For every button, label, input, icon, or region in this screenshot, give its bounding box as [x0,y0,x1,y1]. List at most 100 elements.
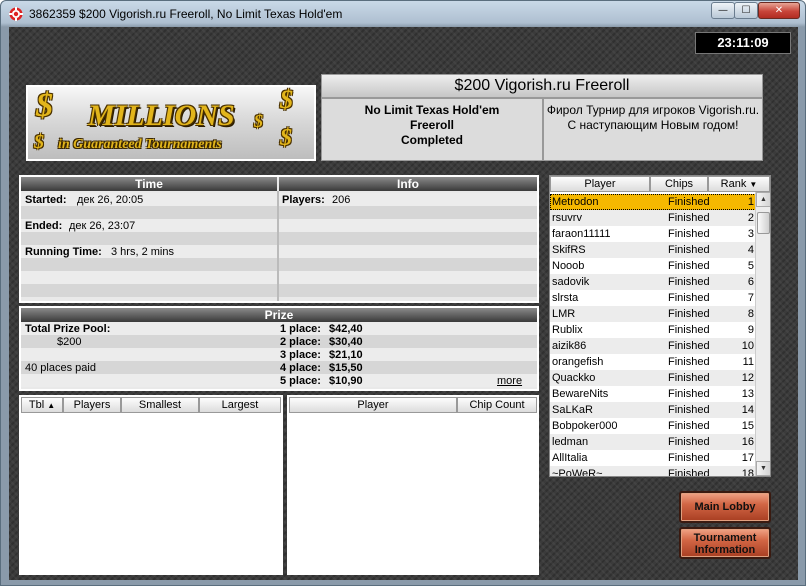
ranking-chips: Finished [668,244,710,256]
ranking-player: faraon11111 [552,228,611,240]
stripe [21,361,537,374]
sort-ascending-icon: ▲ [47,401,56,410]
ranking-row[interactable]: aizik86 Finished 10 [550,338,756,354]
ranking-player: BewareNits [552,388,609,400]
main-lobby-button[interactable]: Main Lobby [679,491,771,523]
ended-label: Ended: [25,220,63,232]
ranking-rank: 8 [747,308,754,320]
window-title: 3862359 $200 Vigorish.ru Freeroll, No Li… [29,7,343,21]
tables-list[interactable]: Tbl ▲ Players Smallest Largest [19,395,283,575]
ended-value: дек 26, 23:07 [69,220,136,232]
players-value: 206 [332,194,351,206]
ranking-chips: Finished [668,228,710,240]
ranking-rank: 11 [742,356,754,368]
ranking-row[interactable]: ~PoWeR~ Finished 18 [550,466,756,477]
column-header-chips[interactable]: Chips [650,176,708,192]
ranking-row[interactable]: AllItalia Finished 17 [550,450,756,466]
close-icon: ✕ [774,5,784,16]
column-header-players[interactable]: Players [63,397,121,413]
ranking-player: SkifRS [552,244,586,256]
ranking-row[interactable]: Quackko Finished 12 [550,370,756,386]
ranking-row[interactable]: faraon11111 Finished 3 [550,226,756,242]
ranking-chips: Finished [668,292,710,304]
scroll-down-icon: ▼ [760,465,767,472]
title-bar[interactable]: 3862359 $200 Vigorish.ru Freeroll, No Li… [1,1,805,27]
prize-place-value: $42,40 [329,323,363,335]
ranking-player: AllItalia [552,452,588,464]
column-header-label: Tbl [28,399,45,411]
ranking-player: Nooob [552,260,585,272]
game-type: No Limit Texas Hold'em [364,103,500,117]
ranking-row[interactable]: Rublix Finished 9 [550,322,756,338]
dollar-sign-icon: $ [36,87,53,124]
total-prize-pool-label: Total Prize Pool: [25,323,111,335]
column-header-label: Rank [720,178,747,190]
ranking-chips: Finished [668,404,710,416]
prize-place-value: $15,50 [329,362,363,374]
column-header-smallest[interactable]: Smallest [121,397,199,413]
ranking-rank: 2 [747,212,754,224]
running-time-label: Running Time: [25,246,102,258]
prize-place-label: 5 place: [280,375,321,387]
scroll-up-button[interactable]: ▲ [756,192,770,207]
rankings-scrollbar[interactable]: ▲ ▼ [755,192,770,476]
ranking-rank: 6 [747,276,754,288]
ranking-chips: Finished [668,356,710,368]
column-header-tbl[interactable]: Tbl ▲ [21,397,63,413]
more-prizes-link[interactable]: more [497,375,522,387]
ranking-player: rsuvrv [552,212,582,224]
dollar-sign-icon: $ [280,125,292,151]
prize-panel: Prize Total Prize Pool: $200 40 places p… [19,306,539,391]
ranking-player: sadovik [552,276,590,288]
ranking-player: ~PoWeR~ [552,468,603,477]
column-header-player[interactable]: Player [550,176,650,192]
minimize-button[interactable]: — [711,2,735,19]
ranking-player: SaLKaR [552,404,593,416]
tournament-information-button[interactable]: Tournament Information [679,527,771,559]
ranking-row[interactable]: orangefish Finished 11 [550,354,756,370]
ranking-row[interactable]: rsuvrv Finished 2 [550,210,756,226]
ranking-row[interactable]: Nooob Finished 5 [550,258,756,274]
scroll-down-button[interactable]: ▼ [756,461,770,476]
ranking-player: LMR [552,308,576,320]
column-header-chip-count[interactable]: Chip Count [457,397,537,413]
millions-banner[interactable]: $ $ $ $ $ MILLIONS in Guaranteed Tournam… [26,85,316,161]
column-header-player[interactable]: Player [289,397,457,413]
ranking-rank: 13 [741,388,754,400]
ranking-chips: Finished [668,260,710,272]
maximize-button[interactable]: ☐ [734,2,758,19]
ranking-row[interactable]: SaLKaR Finished 14 [550,402,756,418]
ranking-row[interactable]: Metrodon Finished 1 [550,194,756,210]
ranking-row[interactable]: slrsta Finished 7 [550,290,756,306]
ranking-row[interactable]: ledman Finished 16 [550,434,756,450]
prize-place-value: $30,40 [329,336,363,348]
running-time-value: 3 hrs, 2 mins [111,246,174,258]
ranking-row[interactable]: SkifRS Finished 4 [550,242,756,258]
ranking-rank: 15 [741,420,754,432]
tournament-status: Completed [400,133,463,147]
ranking-player: ledman [552,436,589,448]
total-prize-pool-value: $200 [57,336,82,348]
ranking-player: Rublix [552,324,583,336]
scroll-thumb[interactable] [757,212,770,234]
stripe [21,271,537,284]
tournament-lobby-window: 3862359 $200 Vigorish.ru Freeroll, No Li… [0,0,806,586]
ranking-row[interactable]: sadovik Finished 6 [550,274,756,290]
tournament-game-info: No Limit Texas Hold'em Freeroll Complete… [321,98,543,161]
banner-tagline: in Guaranteed Tournaments [58,137,222,152]
ranking-row[interactable]: BewareNits Finished 13 [550,386,756,402]
rankings-list[interactable]: Player Chips Rank ▼ Metrodon Finished 1 rsu… [549,175,771,477]
ranking-rank: 14 [741,404,754,416]
column-header-largest[interactable]: Largest [199,397,281,413]
scroll-up-icon: ▲ [760,196,767,203]
close-button[interactable]: ✕ [758,2,800,19]
ranking-rank: 9 [747,324,754,336]
table-players-list[interactable]: Player Chip Count [287,395,539,575]
ranking-rank: 16 [741,436,754,448]
prize-place-label: 1 place: [280,323,321,335]
stripe [21,348,537,361]
ranking-row[interactable]: Bobpoker000 Finished 15 [550,418,756,434]
ranking-player: Quackko [552,372,596,384]
column-header-rank[interactable]: Rank ▼ [708,176,770,192]
ranking-row[interactable]: LMR Finished 8 [550,306,756,322]
